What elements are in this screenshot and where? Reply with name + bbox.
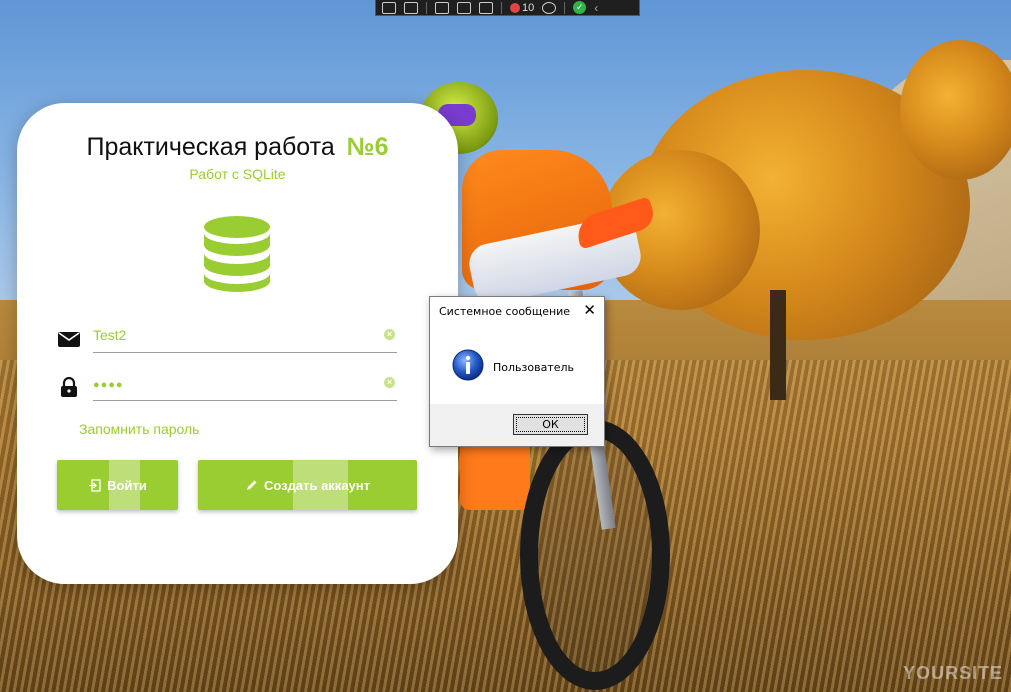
login-field[interactable]: Test2 × xyxy=(57,323,397,353)
password-value: ●●●● xyxy=(93,379,124,391)
email-icon xyxy=(58,332,80,347)
login-button[interactable]: Войти xyxy=(57,460,178,510)
info-icon xyxy=(452,349,484,381)
create-account-button[interactable]: Создать аккаунт xyxy=(198,460,417,510)
watermark: YOURSITE xyxy=(902,663,1003,683)
frame-icon[interactable] xyxy=(457,1,471,14)
rider-legs xyxy=(460,440,530,510)
create-account-button-label: Создать аккаунт xyxy=(264,477,370,493)
tree-trunk xyxy=(770,290,786,400)
pointer-icon[interactable] xyxy=(435,1,449,14)
counter-dot xyxy=(510,2,520,13)
touch-icon[interactable] xyxy=(479,1,493,14)
database-icon xyxy=(204,216,270,292)
debug-toolbar: 10 ✓ ‹ xyxy=(375,0,640,16)
ok-button[interactable]: ОК xyxy=(513,414,588,435)
login-button-label: Войти xyxy=(107,477,147,493)
login-value: Test2 xyxy=(93,327,127,343)
page-title: Практическая работа №6 xyxy=(17,133,458,162)
select-icon[interactable] xyxy=(382,1,396,14)
clear-password-icon[interactable]: × xyxy=(384,377,395,388)
dialog-message: Пользователь xyxy=(493,361,575,374)
counter-value: 10 xyxy=(522,1,535,14)
title-text: Практическая работа xyxy=(86,133,335,161)
password-underline xyxy=(93,400,397,401)
tree-crown xyxy=(900,40,1011,180)
lock-icon xyxy=(61,377,77,397)
video-icon[interactable] xyxy=(404,1,418,14)
bike-wheel xyxy=(520,420,670,690)
dialog-title: Системное сообщение xyxy=(439,305,571,318)
password-field[interactable]: ●●●● × xyxy=(57,371,397,401)
pencil-icon xyxy=(247,480,257,490)
clear-login-icon[interactable]: × xyxy=(384,329,395,340)
check-icon[interactable]: ✓ xyxy=(573,1,587,14)
counter-icon[interactable]: 10 xyxy=(510,2,534,14)
system-message-dialog: Системное сообщение ✕ Пользователь ОК xyxy=(429,296,605,447)
login-card: Практическая работа №6 Работ с SQLite Tes… xyxy=(17,103,458,584)
toolbar-separator xyxy=(564,1,566,14)
remember-password[interactable]: Запомнить пароль xyxy=(79,421,199,437)
title-number: №6 xyxy=(346,133,389,161)
toolbar-separator xyxy=(426,1,427,14)
chevron-left-icon[interactable]: ‹ xyxy=(594,1,598,15)
accessibility-icon[interactable] xyxy=(542,1,557,14)
close-icon[interactable]: ✕ xyxy=(583,301,596,319)
page-subtitle: Работ с SQLite xyxy=(189,166,286,182)
login-underline xyxy=(93,352,397,353)
sign-in-icon xyxy=(89,478,101,492)
toolbar-separator xyxy=(501,1,502,14)
